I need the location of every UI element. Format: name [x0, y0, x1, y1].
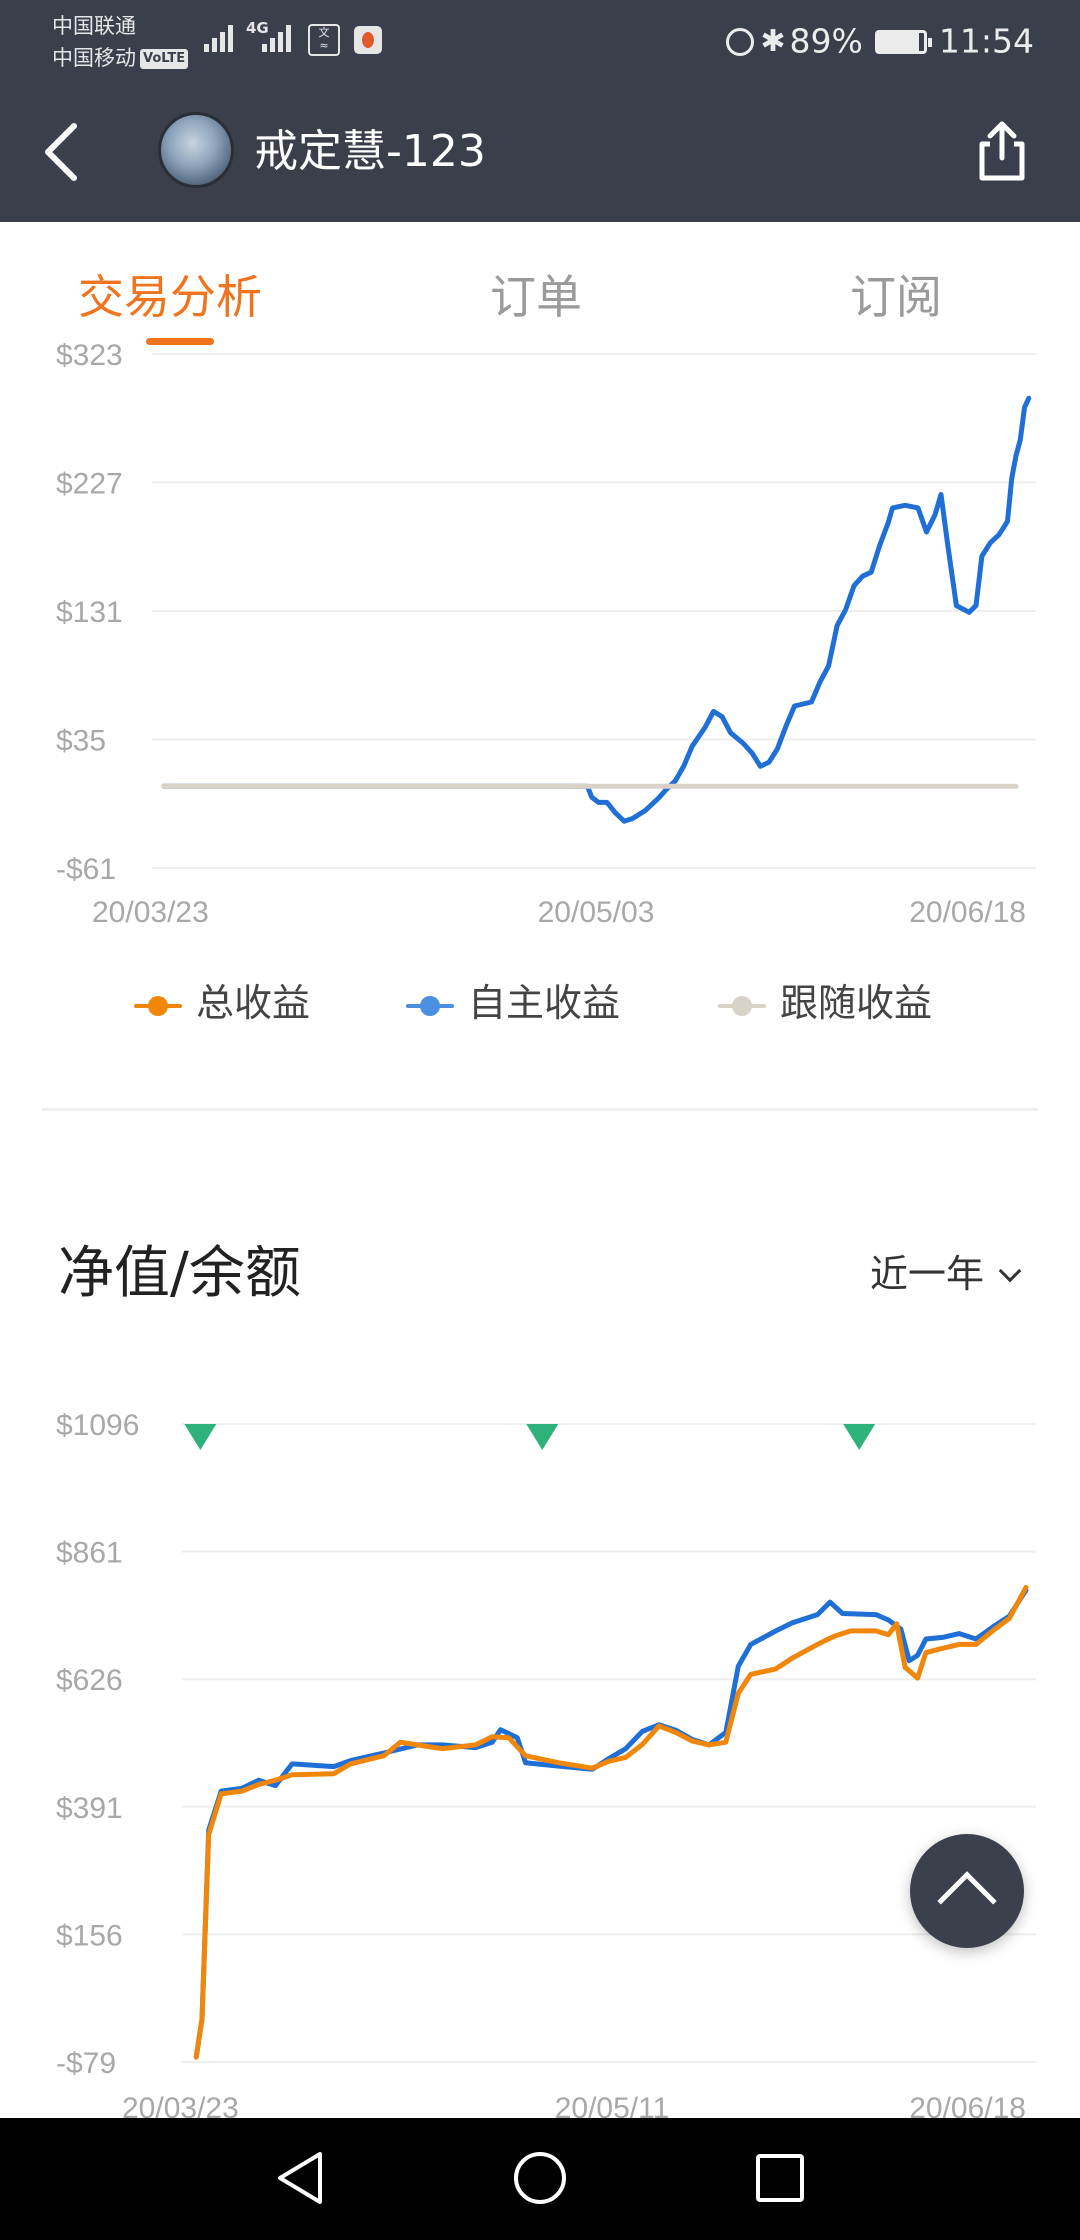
event-marker[interactable]: [843, 1424, 876, 1450]
status-right: ✱ 89% 11:54: [726, 18, 1034, 64]
bluetooth-icon: ✱: [760, 23, 786, 59]
back-arrow-icon[interactable]: [40, 118, 84, 186]
recents-square-icon[interactable]: [748, 2146, 812, 2210]
y-tick-label: -$79: [56, 2047, 116, 2080]
battery-icon: [874, 29, 932, 54]
chevron-up-icon: [937, 1871, 997, 1931]
period-dropdown[interactable]: 近一年: [869, 1246, 1022, 1302]
y-tick-label: $1096: [56, 1409, 139, 1442]
legend-marker-orange: [134, 995, 182, 1016]
y-tick-label: $626: [56, 1664, 123, 1697]
x-tick-label: 20/06/18: [909, 2092, 1026, 2118]
y-tick-label: $35: [56, 725, 106, 758]
alarm-icon: [726, 27, 755, 56]
section-divider: [42, 1108, 1038, 1111]
signal-icon-2: [262, 25, 291, 52]
carrier-1: 中国联通: [52, 14, 136, 38]
app-notification-icon: [354, 26, 382, 54]
event-marker[interactable]: [184, 1424, 217, 1450]
news-app-icon: 文 ≈: [308, 24, 340, 56]
x-tick-label: 20/05/03: [538, 896, 655, 929]
home-circle-icon[interactable]: [508, 2146, 572, 2210]
system-navigation-bar: [0, 2118, 1080, 2240]
y-tick-label: $861: [56, 1537, 123, 1570]
legend-total-profit[interactable]: 总收益: [134, 968, 310, 1038]
carrier-info: 中国联通 中国移动 VoLTE: [52, 10, 189, 74]
x-tick-label: 20/05/11: [555, 2092, 670, 2118]
x-tick-label: 20/03/23: [92, 896, 209, 929]
chevron-down-icon: [998, 1259, 1022, 1283]
period-label: 近一年: [869, 1252, 984, 1296]
top-app-bar: 中国联通 中国移动 VoLTE 4G 文 ≈ ✱ 89% 11:54 戒定慧-123: [0, 0, 1080, 222]
x-tick-label: 20/03/23: [122, 2092, 239, 2118]
tab-orders[interactable]: 订单: [490, 262, 582, 332]
legend-label: 自主收益: [468, 981, 621, 1025]
carrier-2: 中国移动: [52, 46, 136, 70]
clock: 11:54: [938, 21, 1034, 61]
share-icon[interactable]: [974, 118, 1030, 184]
battery-percent: 89%: [789, 21, 863, 61]
y-tick-label: -$61: [56, 853, 116, 886]
legend-marker-blue: [406, 995, 454, 1016]
y-tick-label: $323: [56, 339, 123, 372]
scroll-to-top-button[interactable]: [910, 1834, 1024, 1948]
volte-badge: VoLTE: [140, 49, 189, 69]
y-tick-label: $227: [56, 468, 123, 501]
avatar[interactable]: [158, 112, 234, 188]
legend-label: 总收益: [196, 981, 311, 1025]
legend-follow-profit[interactable]: 跟随收益: [718, 968, 932, 1038]
tab-subscriptions[interactable]: 订阅: [850, 262, 942, 332]
event-marker[interactable]: [526, 1424, 559, 1450]
profit-chart-legend: 总收益 自主收益 跟随收益: [0, 968, 1080, 1038]
y-tick-label: $391: [56, 1792, 123, 1825]
x-tick-label: 20/06/18: [909, 896, 1026, 929]
legend-marker-beige: [718, 995, 766, 1016]
section-title: 净值/余额: [58, 1241, 301, 1306]
status-bar: 中国联通 中国移动 VoLTE 4G 文 ≈ ✱ 89% 11:54: [0, 0, 1080, 80]
legend-own-profit[interactable]: 自主收益: [406, 968, 620, 1038]
series-line: [161, 395, 1032, 824]
net-value-chart[interactable]: $1096 $861 $626 $391 $156 -$79 20/03/23 20/05/…: [0, 1390, 1080, 2118]
legend-label: 跟随收益: [780, 981, 933, 1025]
signal-icon: [204, 25, 233, 52]
series-line: [193, 1584, 1029, 2060]
y-tick-label: $131: [56, 596, 123, 629]
page-title: 戒定慧-123: [254, 126, 486, 177]
tab-trade-analysis[interactable]: 交易分析: [78, 262, 262, 332]
y-tick-label: $156: [56, 1919, 123, 1952]
back-triangle-icon[interactable]: [268, 2146, 332, 2210]
profit-chart[interactable]: $323 $227 $131 $35 -$61 20/03/23 20/05/03 20/0…: [0, 330, 1080, 940]
